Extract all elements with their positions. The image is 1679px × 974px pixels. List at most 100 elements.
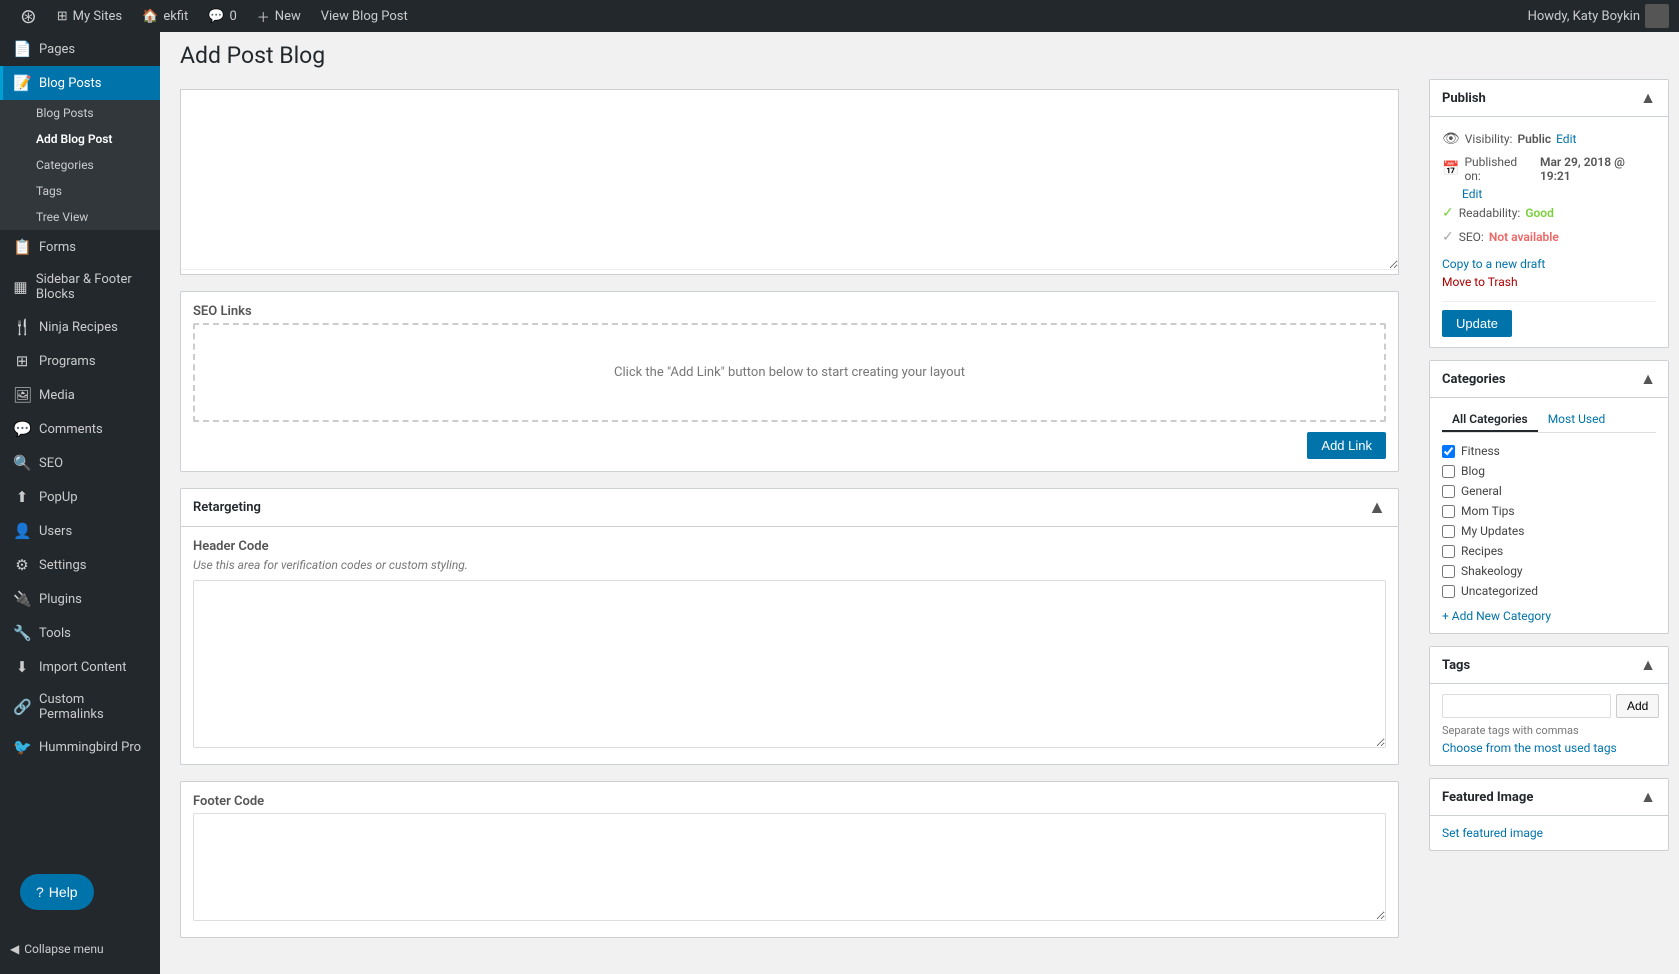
avatar (1645, 4, 1669, 28)
collapse-menu-button[interactable]: ◀ Collapse menu (0, 934, 160, 964)
category-tabs: All Categories Most Used (1442, 408, 1656, 433)
cat-label-recipes[interactable]: Recipes (1461, 544, 1503, 558)
page-title: Add Post Blog (180, 42, 325, 69)
tab-all-categories[interactable]: All Categories (1442, 408, 1538, 432)
cat-checkbox-blog[interactable] (1442, 465, 1455, 478)
popup-icon: ⬆ (13, 488, 31, 506)
set-featured-image-link[interactable]: Set featured image (1442, 826, 1543, 840)
retargeting-postbox: Retargeting ▲ Header Code Use this area … (180, 488, 1399, 765)
copy-to-draft-link[interactable]: Copy to a new draft (1442, 257, 1656, 271)
top-content-textarea[interactable] (181, 90, 1398, 270)
update-button[interactable]: Update (1442, 310, 1512, 337)
cat-checkbox-my-updates[interactable] (1442, 525, 1455, 538)
submenu-blog-posts[interactable]: Blog Posts (0, 100, 160, 126)
my-sites-menu[interactable]: ⊞ My Sites (47, 0, 132, 32)
tags-input[interactable] (1442, 694, 1611, 718)
tags-panel-title: Tags (1442, 658, 1470, 673)
cat-item-uncategorized: Uncategorized (1442, 581, 1656, 601)
cat-checkbox-shakeology[interactable] (1442, 565, 1455, 578)
categories-panel-title: Categories (1442, 372, 1506, 387)
cat-checkbox-recipes[interactable] (1442, 545, 1455, 558)
featured-image-panel-title: Featured Image (1442, 790, 1533, 805)
permalinks-icon: 🔗 (13, 698, 31, 716)
tags-input-row: Add (1442, 694, 1656, 718)
new-label: New (275, 9, 301, 24)
categories-panel-toggle[interactable]: ▲ (1640, 369, 1656, 389)
cat-label-uncategorized[interactable]: Uncategorized (1461, 584, 1538, 598)
submenu-add-blog-post[interactable]: Add Blog Post (0, 126, 160, 152)
readability-label: Readability: (1459, 206, 1521, 220)
sidebar-item-label: Hummingbird Pro (39, 740, 141, 755)
sidebar-item-programs[interactable]: ⊞ Programs (0, 344, 160, 378)
footer-code-content: Footer Code (181, 782, 1398, 937)
cat-label-fitness[interactable]: Fitness (1461, 444, 1500, 458)
header-code-section: Header Code Use this area for verificati… (193, 539, 1386, 752)
cat-label-my-updates[interactable]: My Updates (1461, 524, 1524, 538)
view-blog-post-link[interactable]: View Blog Post (311, 0, 418, 32)
site-name-link[interactable]: 🏠 ekfit (132, 0, 198, 32)
help-label: Help (49, 884, 78, 900)
submenu-categories[interactable]: Categories (0, 152, 160, 178)
tags-add-button[interactable]: Add (1616, 694, 1659, 718)
sidebar-item-popup[interactable]: ⬆ PopUp (0, 480, 160, 514)
choose-most-used-tags-link[interactable]: Choose from the most used tags (1442, 741, 1617, 755)
add-new-category-section: + Add New Category (1442, 609, 1656, 623)
publish-panel-toggle[interactable]: ▲ (1640, 88, 1656, 108)
submenu-tree-view[interactable]: Tree View (0, 204, 160, 230)
cat-checkbox-mom-tips[interactable] (1442, 505, 1455, 518)
sidebar-item-hummingbird-pro[interactable]: 🐦 Hummingbird Pro (0, 730, 160, 764)
tab-most-used[interactable]: Most Used (1538, 408, 1616, 432)
sidebar-item-custom-permalinks[interactable]: 🔗 Custom Permalinks (0, 684, 160, 730)
sidebar-item-comments[interactable]: 💬 Comments (0, 412, 160, 446)
sidebar-item-ninja-recipes[interactable]: 🍴 Ninja Recipes (0, 310, 160, 344)
help-button[interactable]: ? Help (20, 874, 94, 910)
cat-checkbox-fitness[interactable] (1442, 445, 1455, 458)
add-link-button[interactable]: Add Link (1307, 432, 1386, 459)
sidebar-item-seo[interactable]: 🔍 SEO (0, 446, 160, 480)
wp-main: SEO Links Click the "Add Link" button be… (160, 69, 1679, 974)
comments-link[interactable]: 💬 0 (198, 0, 247, 32)
featured-image-panel-toggle[interactable]: ▲ (1640, 787, 1656, 807)
tags-panel-header: Tags ▲ (1430, 647, 1668, 684)
cat-item-fitness: Fitness (1442, 441, 1656, 461)
cat-label-blog[interactable]: Blog (1461, 464, 1485, 478)
cat-label-general[interactable]: General (1461, 484, 1502, 498)
sidebar-item-tools[interactable]: 🔧 Tools (0, 616, 160, 650)
visibility-edit-link[interactable]: Edit (1556, 132, 1576, 146)
new-menu[interactable]: ＋ New (247, 0, 311, 32)
sidebar-item-plugins[interactable]: 🔌 Plugins (0, 582, 160, 616)
sidebar-item-sidebar-footer[interactable]: ▦ Sidebar & Footer Blocks (0, 264, 160, 310)
sidebar-item-users[interactable]: 👤 Users (0, 514, 160, 548)
sidebar-item-settings[interactable]: ⚙ Settings (0, 548, 160, 582)
wp-logo[interactable]: ⊛ (10, 0, 47, 32)
cat-item-shakeology: Shakeology (1442, 561, 1656, 581)
published-edit-link[interactable]: Edit (1462, 187, 1482, 201)
sidebar-item-forms[interactable]: 📋 Forms (0, 230, 160, 264)
sidebar-footer-icon: ▦ (13, 278, 28, 296)
my-sites-label: My Sites (73, 9, 122, 24)
tags-panel: Tags ▲ Add Separate tags with commas Cho… (1429, 646, 1669, 766)
sidebar-item-blog-posts[interactable]: 📝 Blog Posts (0, 66, 160, 100)
header-code-textarea[interactable] (193, 580, 1386, 748)
move-to-trash-link[interactable]: Move to Trash (1442, 275, 1518, 289)
sidebar-item-media[interactable]: 🖼 Media (0, 378, 160, 412)
add-new-category-link[interactable]: + Add New Category (1442, 609, 1551, 623)
submenu-tags[interactable]: Tags (0, 178, 160, 204)
retargeting-toggle[interactable]: ▲ (1368, 497, 1386, 518)
pages-icon: 📄 (13, 40, 31, 58)
sidebar-item-pages[interactable]: 📄 Pages (0, 32, 160, 66)
readability-value: Good (1525, 206, 1554, 220)
cat-item-blog: Blog (1442, 461, 1656, 481)
new-icon: ＋ (257, 7, 270, 26)
header-code-label: Header Code (193, 539, 1386, 554)
cat-checkbox-general[interactable] (1442, 485, 1455, 498)
tags-panel-toggle[interactable]: ▲ (1640, 655, 1656, 675)
cat-label-mom-tips[interactable]: Mom Tips (1461, 504, 1515, 518)
seo-links-content: SEO Links Click the "Add Link" button be… (181, 292, 1398, 471)
cat-checkbox-uncategorized[interactable] (1442, 585, 1455, 598)
categories-panel-header: Categories ▲ (1430, 361, 1668, 398)
cat-label-shakeology[interactable]: Shakeology (1461, 564, 1523, 578)
sidebar-item-import-content[interactable]: ⬇ Import Content (0, 650, 160, 684)
cat-item-general: General (1442, 481, 1656, 501)
footer-code-textarea[interactable] (193, 813, 1386, 921)
